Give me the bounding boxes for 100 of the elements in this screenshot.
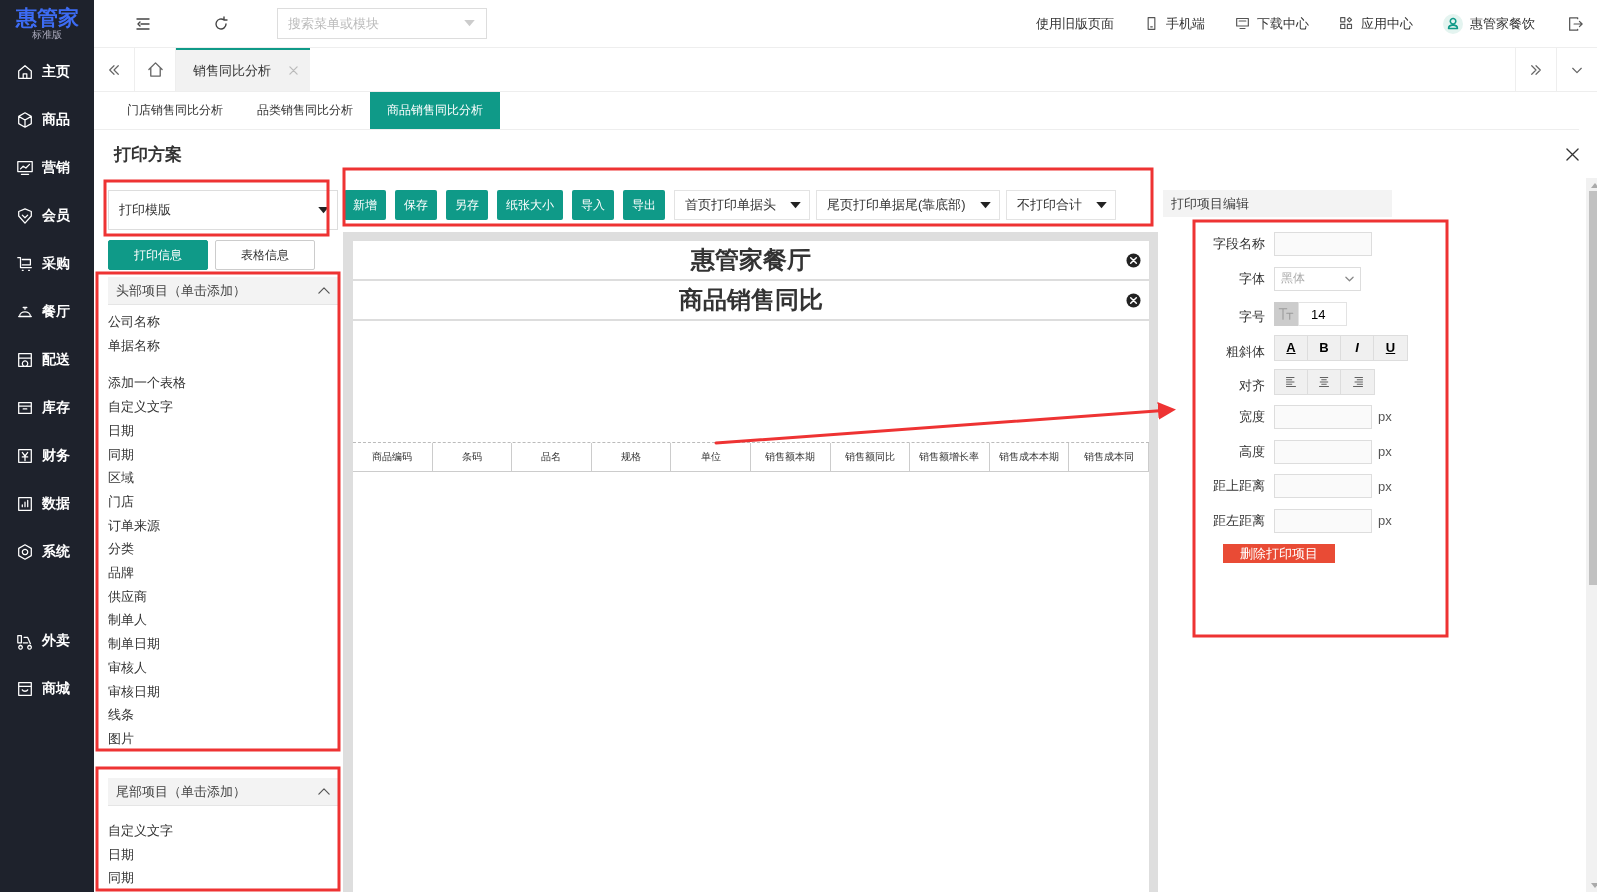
- header-link[interactable]: 手机端: [1144, 14, 1205, 33]
- monitor-chart-icon: [16, 159, 34, 177]
- font-size-field[interactable]: 14: [1298, 302, 1347, 327]
- input-field[interactable]: [1274, 404, 1372, 429]
- input-field[interactable]: [1274, 439, 1372, 464]
- sidebar-item[interactable]: 配送: [0, 336, 94, 384]
- print-field-item[interactable]: 日期: [108, 842, 338, 867]
- sidebar-item[interactable]: 商品: [0, 96, 94, 144]
- sidebar-item[interactable]: 餐厅: [0, 288, 94, 336]
- remove-icon[interactable]: [1126, 293, 1141, 308]
- menu-icon[interactable]: [135, 15, 151, 32]
- page-tab[interactable]: 销售同比分析: [176, 48, 310, 91]
- print-heading[interactable]: 商品销售同比: [679, 284, 823, 316]
- align-left-icon: [1285, 375, 1297, 390]
- bar-chart-icon: [16, 495, 34, 513]
- editor-header: 打印项目编辑: [1163, 190, 1392, 217]
- section-header[interactable]: 尾部项目（单击添加）: [108, 778, 338, 806]
- template-select[interactable]: 打印模版: [108, 190, 338, 230]
- option-dropdown[interactable]: 首页打印单据头: [674, 190, 810, 220]
- toolbar-button[interactable]: 导出: [623, 190, 665, 220]
- section-title: 头部项目（单击添加）: [116, 281, 246, 300]
- input-field[interactable]: [1274, 474, 1372, 499]
- print-field-item[interactable]: 供应商: [108, 584, 338, 609]
- print-field-item[interactable]: 线条: [108, 703, 338, 727]
- field-label: 高度: [1238, 442, 1265, 461]
- header-link[interactable]: 惠管家餐饮: [1443, 13, 1535, 34]
- header-link[interactable]: 使用旧版页面: [1036, 14, 1114, 33]
- table-header-cell: 销售额增长率: [910, 443, 990, 471]
- info-tab[interactable]: 打印信息: [108, 240, 208, 270]
- sidebar-item[interactable]: 主页: [0, 48, 94, 96]
- logo-subtitle: 标准版: [32, 29, 62, 41]
- monitor-icon: [1235, 16, 1250, 31]
- print-field-item[interactable]: 审核日期: [108, 679, 338, 704]
- print-field-item[interactable]: 公司名称: [108, 310, 338, 334]
- field-label: 字号: [1238, 308, 1265, 327]
- cart-icon: [16, 255, 34, 273]
- sidebar-item[interactable]: 商城: [0, 665, 94, 713]
- table-header-cell: 销售额本期: [751, 443, 831, 471]
- caret-icon: [1095, 201, 1107, 209]
- toolbar-button[interactable]: 另存: [446, 190, 488, 220]
- print-field-item[interactable]: 制单日期: [108, 632, 338, 656]
- option-dropdown[interactable]: 尾页打印单据尾(靠底部): [816, 190, 1000, 220]
- yen-icon: [16, 447, 34, 465]
- close-icon[interactable]: [1566, 147, 1579, 161]
- print-field-item[interactable]: 添加一个表格: [108, 371, 338, 396]
- print-field-item[interactable]: 门店: [108, 489, 338, 514]
- toolbar-button[interactable]: 保存: [395, 190, 437, 220]
- sidebar-item[interactable]: 营销: [0, 144, 94, 192]
- sidebar-item[interactable]: 财务: [0, 432, 94, 480]
- table-header-cell: 单位: [671, 443, 751, 471]
- header-link[interactable]: 应用中心: [1339, 14, 1413, 33]
- sidebar-item[interactable]: 库存: [0, 384, 94, 432]
- caret-icon: [790, 201, 801, 209]
- field-label: 字段名称: [1212, 235, 1265, 253]
- section-header[interactable]: 头部项目（单击添加）: [108, 277, 338, 305]
- report-tab[interactable]: 商品销售同比分析: [370, 92, 500, 129]
- unit-label: px: [1378, 513, 1392, 529]
- sidebar-item[interactable]: 系统: [0, 528, 94, 576]
- scooter-icon: [16, 632, 34, 650]
- delete-button[interactable]: 删除打印项目: [1223, 544, 1335, 564]
- print-field-item[interactable]: 品牌: [108, 561, 338, 585]
- sidebar-item[interactable]: 会员: [0, 192, 94, 240]
- print-heading[interactable]: 惠管家餐厅: [691, 244, 811, 276]
- print-field-item[interactable]: 制单人: [108, 608, 338, 633]
- sidebar-item[interactable]: 采购: [0, 240, 94, 288]
- home-icon: [146, 61, 164, 78]
- remove-icon[interactable]: [1126, 253, 1141, 268]
- user-avatar-icon: [1443, 13, 1463, 34]
- toolbar-button[interactable]: 新增: [344, 190, 386, 220]
- report-tab[interactable]: 门店销售同比分析: [110, 92, 240, 129]
- info-tab[interactable]: 表格信息: [215, 240, 315, 270]
- print-field-item[interactable]: 同期: [108, 866, 338, 891]
- sidebar-item[interactable]: 外卖: [0, 617, 94, 665]
- unit-label: px: [1378, 444, 1392, 460]
- print-field-item[interactable]: 同期: [108, 442, 338, 467]
- table-header-cell: 规格: [591, 443, 672, 471]
- print-field-item[interactable]: 审核人: [108, 655, 338, 680]
- print-field-item[interactable]: 日期: [108, 418, 338, 443]
- table-header-cell: 商品编码: [353, 443, 433, 471]
- print-field-item[interactable]: 图片: [108, 726, 338, 751]
- header-link[interactable]: 下载中心: [1235, 14, 1309, 33]
- table-header-cell: 销售成本本期: [989, 443, 1070, 471]
- input-field[interactable]: [1274, 232, 1372, 256]
- scroll-down-icon[interactable]: [1590, 883, 1597, 888]
- scroll-up-icon[interactable]: [1590, 183, 1597, 188]
- print-field-item[interactable]: 分类: [108, 537, 338, 562]
- toolbar-button[interactable]: 纸张大小: [497, 190, 563, 220]
- option-dropdown[interactable]: 不打印合计: [1005, 190, 1116, 220]
- report-tab[interactable]: 品类销售同比分析: [240, 92, 370, 129]
- print-field-item[interactable]: 区域: [108, 466, 338, 490]
- sidebar-item[interactable]: 数据: [0, 480, 94, 528]
- print-field-item[interactable]: 单据名称: [108, 333, 338, 358]
- print-field-item[interactable]: 订单来源: [108, 513, 338, 538]
- input-field[interactable]: [1274, 508, 1372, 533]
- search-field[interactable]: 搜索菜单或模块: [277, 8, 487, 39]
- print-field-item[interactable]: 自定义文字: [108, 819, 338, 843]
- refresh-icon[interactable]: [213, 15, 229, 32]
- logout-icon[interactable]: [1567, 15, 1583, 32]
- print-field-item[interactable]: 自定义文字: [108, 395, 338, 419]
- toolbar-button[interactable]: 导入: [572, 190, 614, 220]
